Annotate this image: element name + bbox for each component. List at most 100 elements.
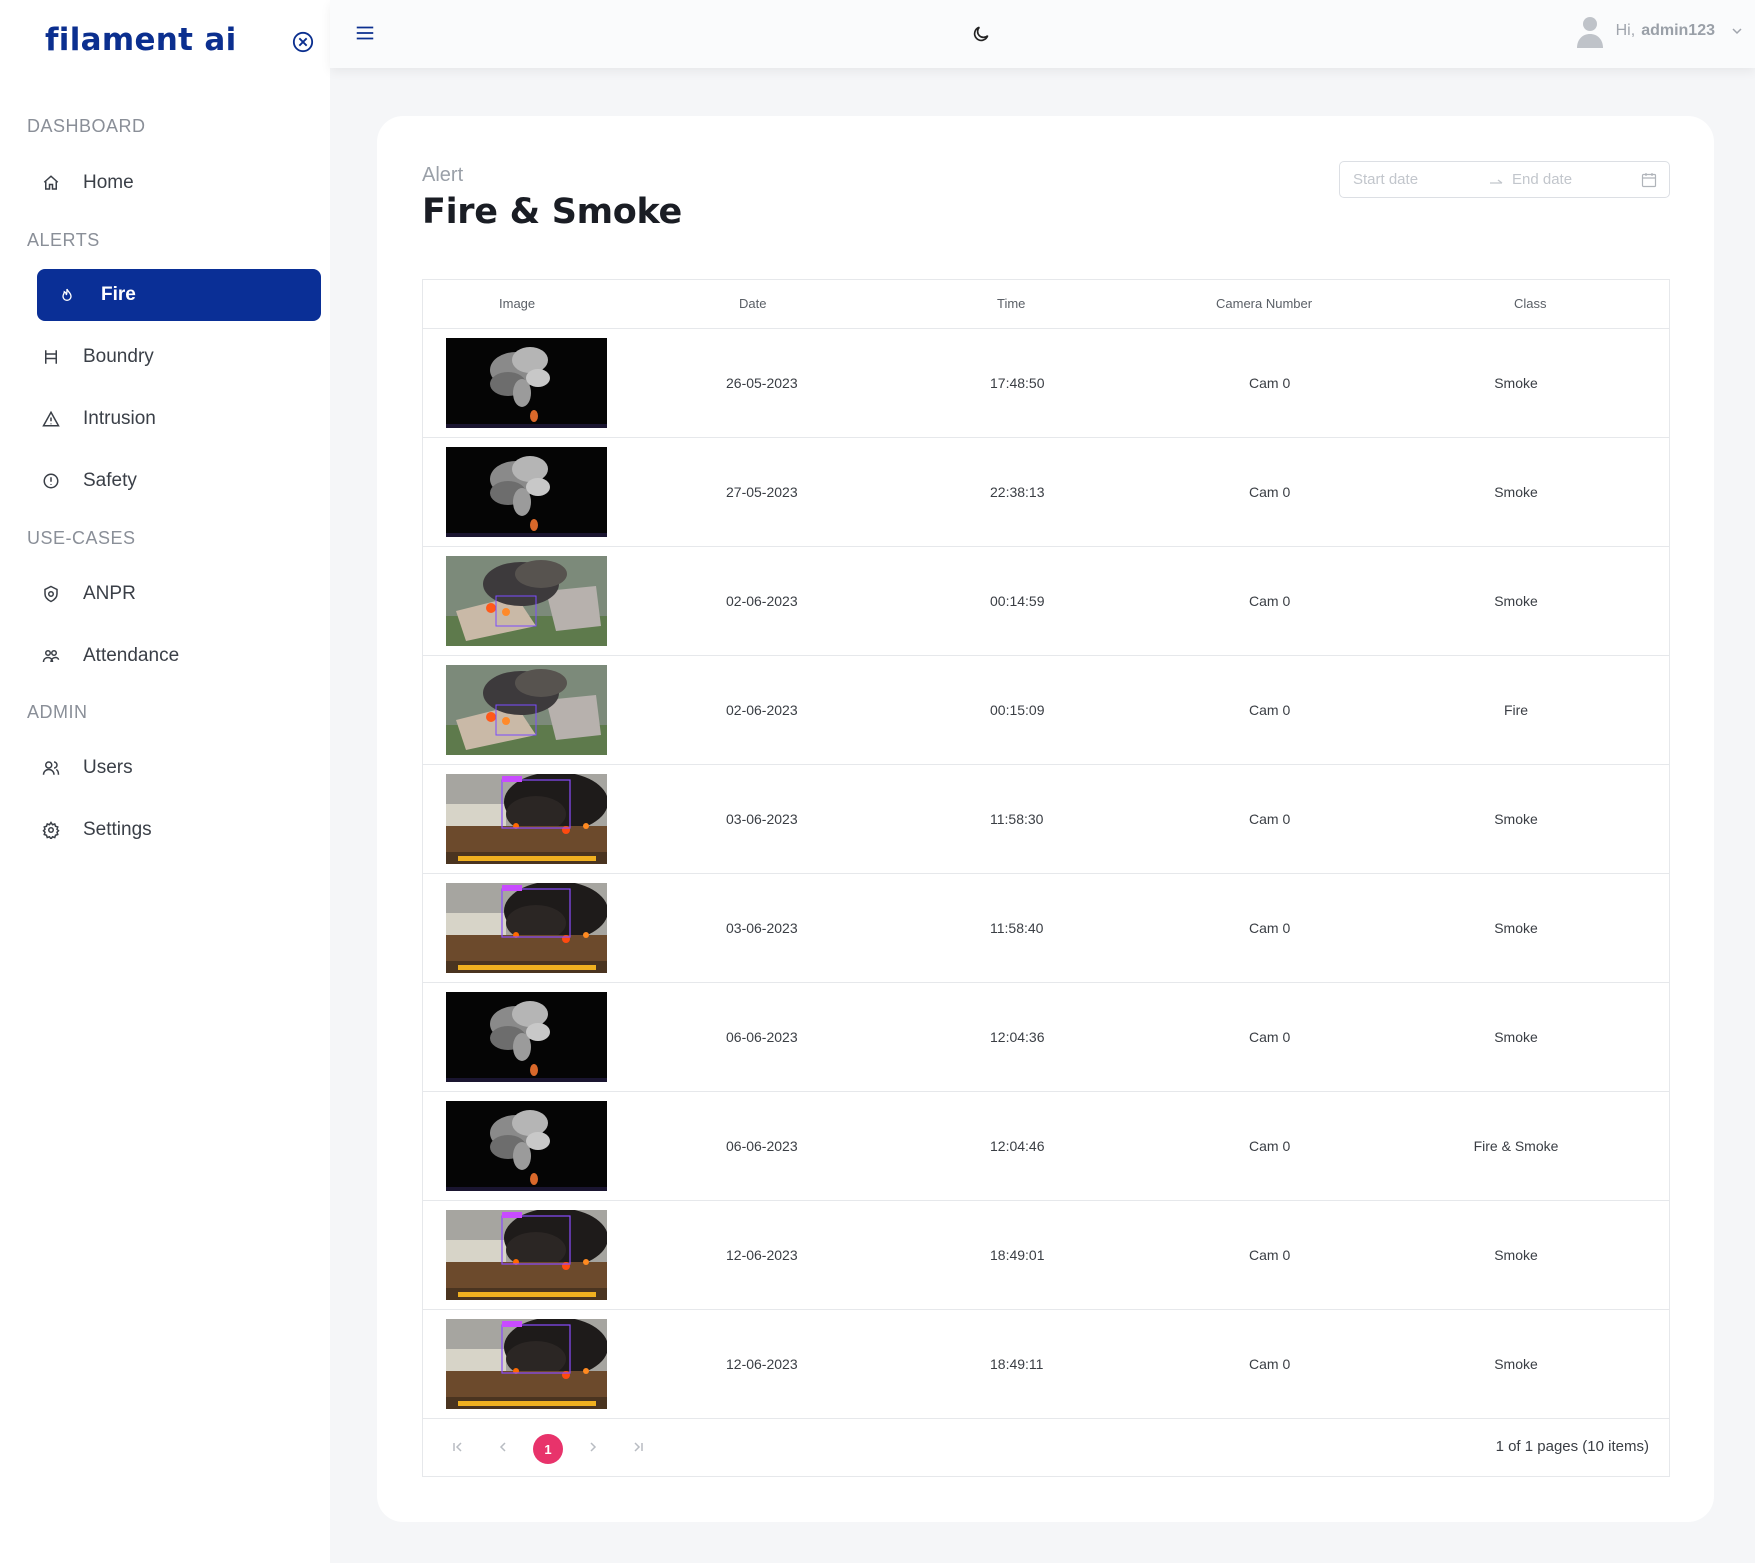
cell-camera: Cam 0: [1249, 484, 1291, 500]
cell-camera: Cam 0: [1249, 1247, 1291, 1263]
alert-thumbnail[interactable]: [446, 774, 607, 864]
table-row[interactable]: 02-06-2023 00:15:09 Cam 0 Fire: [423, 656, 1669, 765]
table-row[interactable]: 12-06-2023 18:49:01 Cam 0 Smoke: [423, 1201, 1669, 1310]
menu-icon[interactable]: [354, 22, 376, 44]
cell-time: 00:15:09: [990, 702, 1045, 718]
alert-thumbnail[interactable]: [446, 1101, 607, 1191]
alert-thumbnail[interactable]: [446, 338, 607, 428]
shield-icon: [41, 584, 61, 604]
prev-page-icon[interactable]: [495, 1439, 511, 1455]
sidebar-item-boundry[interactable]: Boundry: [37, 331, 321, 383]
current-page-button[interactable]: 1: [533, 1434, 563, 1464]
greeting: Hi,: [1615, 22, 1636, 39]
cell-date: 03-06-2023: [726, 920, 798, 936]
user-menu[interactable]: Hi, admin123: [1576, 14, 1743, 48]
cell-time: 00:14:59: [990, 593, 1045, 609]
cell-date: 12-06-2023: [726, 1356, 798, 1372]
cell-class: Smoke: [1494, 1247, 1538, 1263]
first-page-icon[interactable]: [450, 1439, 466, 1455]
date-range-picker[interactable]: Start date End date: [1339, 161, 1670, 198]
warning-icon: [41, 409, 61, 429]
cell-camera: Cam 0: [1249, 1138, 1291, 1154]
table-row[interactable]: 12-06-2023 18:49:11 Cam 0 Smoke: [423, 1310, 1669, 1419]
close-sidebar-icon[interactable]: [292, 31, 314, 53]
sidebar-item-fire[interactable]: Fire: [37, 269, 321, 321]
avatar-icon: [1576, 17, 1603, 48]
cell-date: 02-06-2023: [726, 593, 798, 609]
cell-class: Smoke: [1494, 811, 1538, 827]
next-page-icon[interactable]: [585, 1439, 601, 1455]
group-icon: [41, 646, 61, 666]
cell-time: 12:04:36: [990, 1029, 1045, 1045]
sidebar-item-safety[interactable]: Safety: [37, 455, 321, 507]
barrier-icon: [41, 347, 61, 367]
cell-camera: Cam 0: [1249, 593, 1291, 609]
cell-camera: Cam 0: [1249, 375, 1291, 391]
alert-thumbnail[interactable]: [446, 1319, 607, 1409]
sidebar-item-intrusion[interactable]: Intrusion: [37, 393, 321, 445]
cell-camera: Cam 0: [1249, 920, 1291, 936]
table-body: 26-05-2023 17:48:50 Cam 0 Smoke 27-05-2023 22…: [423, 329, 1669, 1419]
table-row[interactable]: 06-06-2023 12:04:36 Cam 0 Smoke: [423, 983, 1669, 1092]
cell-date: 03-06-2023: [726, 811, 798, 827]
users-icon: [41, 758, 61, 778]
cell-class: Smoke: [1494, 1356, 1538, 1372]
cell-class: Smoke: [1494, 484, 1538, 500]
sidebar-item-home[interactable]: Home: [37, 157, 321, 209]
cell-class: Fire & Smoke: [1473, 1138, 1559, 1154]
sidebar: filament ai DASHBOARD Home ALERTS Fire B…: [0, 0, 330, 1563]
cell-time: 12:04:46: [990, 1138, 1045, 1154]
section-label-alerts: ALERTS: [27, 230, 100, 250]
alert-thumbnail[interactable]: [446, 665, 607, 755]
alert-thumbnail[interactable]: [446, 556, 607, 646]
topbar: Hi, admin123: [330, 0, 1755, 68]
cell-time: 11:58:40: [990, 920, 1044, 936]
table-row[interactable]: 02-06-2023 00:14:59 Cam 0 Smoke: [423, 547, 1669, 656]
table-row[interactable]: 03-06-2023 11:58:40 Cam 0 Smoke: [423, 874, 1669, 983]
alerts-table: Image Date Time Camera Number Class 26-0…: [422, 279, 1670, 1477]
section-label-admin: ADMIN: [27, 702, 88, 722]
start-date-input[interactable]: Start date: [1353, 171, 1418, 188]
sidebar-item-label: Settings: [83, 819, 152, 840]
alert-thumbnail[interactable]: [446, 1210, 607, 1300]
sidebar-item-label: Attendance: [83, 645, 180, 666]
flame-icon: [57, 285, 77, 305]
sidebar-item-label: Users: [83, 757, 133, 778]
sidebar-item-settings[interactable]: Settings: [37, 804, 321, 856]
cell-time: 17:48:50: [990, 375, 1045, 391]
column-header-camera-number[interactable]: Camera Number: [1216, 296, 1312, 311]
app-logo[interactable]: filament ai: [45, 22, 237, 58]
info-circle-icon: [41, 471, 61, 491]
cell-time: 18:49:01: [990, 1247, 1045, 1263]
sidebar-item-label: Safety: [83, 470, 137, 491]
content-card: Alert Fire & Smoke Start date End date I…: [377, 116, 1714, 1522]
arrow-right-icon: [1490, 179, 1503, 184]
calendar-icon[interactable]: [1641, 172, 1657, 188]
page-title: Fire & Smoke: [422, 192, 682, 232]
column-header-image[interactable]: Image: [499, 296, 535, 311]
section-label-use-cases: USE-CASES: [27, 528, 136, 548]
alert-thumbnail[interactable]: [446, 992, 607, 1082]
cell-date: 12-06-2023: [726, 1247, 798, 1263]
table-row[interactable]: 26-05-2023 17:48:50 Cam 0 Smoke: [423, 329, 1669, 438]
end-date-input[interactable]: End date: [1512, 171, 1572, 188]
cell-class: Smoke: [1494, 593, 1538, 609]
alert-thumbnail[interactable]: [446, 447, 607, 537]
sidebar-item-attendance[interactable]: Attendance: [37, 630, 321, 682]
column-header-time[interactable]: Time: [997, 296, 1025, 311]
table-header: Image Date Time Camera Number Class: [423, 280, 1669, 329]
table-row[interactable]: 03-06-2023 11:58:30 Cam 0 Smoke: [423, 765, 1669, 874]
sidebar-item-label: ANPR: [83, 583, 136, 604]
table-row[interactable]: 27-05-2023 22:38:13 Cam 0 Smoke: [423, 438, 1669, 547]
column-header-class[interactable]: Class: [1514, 296, 1547, 311]
table-row[interactable]: 06-06-2023 12:04:46 Cam 0 Fire & Smoke: [423, 1092, 1669, 1201]
cell-date: 06-06-2023: [726, 1138, 798, 1154]
sidebar-item-users[interactable]: Users: [37, 742, 321, 794]
column-header-date[interactable]: Date: [739, 296, 766, 311]
alert-thumbnail[interactable]: [446, 883, 607, 973]
last-page-icon[interactable]: [630, 1439, 646, 1455]
pagination: 1 1 of 1 pages (10 items): [423, 1419, 1669, 1476]
dark-mode-icon[interactable]: [971, 24, 991, 44]
username: admin123: [1641, 22, 1715, 39]
sidebar-item-anpr[interactable]: ANPR: [37, 568, 321, 620]
